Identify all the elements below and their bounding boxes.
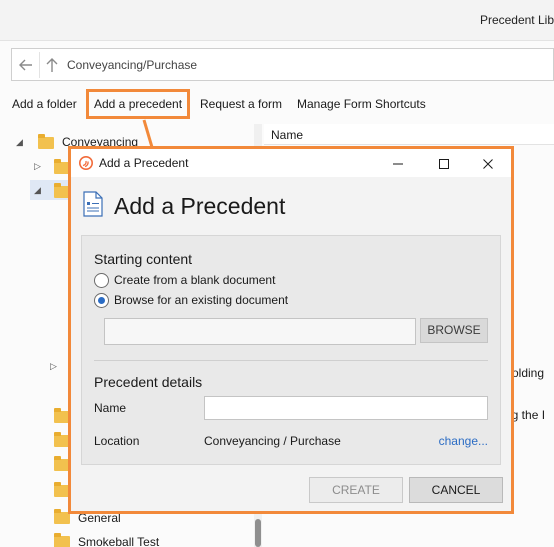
starting-content-title: Starting content	[94, 251, 193, 267]
dialog-panel: Starting content Create from a blank doc…	[81, 235, 501, 465]
grid-header: Name	[264, 124, 554, 145]
name-label: Name	[94, 401, 127, 415]
radio-label: Create from a blank document	[114, 273, 276, 287]
minimize-button[interactable]	[375, 149, 421, 177]
scrollbar-thumb[interactable]	[255, 519, 261, 547]
document-icon	[83, 191, 103, 217]
smokeball-logo-icon	[78, 155, 94, 171]
dialog-heading: Add a Precedent	[114, 193, 286, 219]
collapse-arrow-icon[interactable]: ◢	[16, 137, 26, 147]
close-button[interactable]	[465, 149, 511, 177]
window-title: Precedent Lib	[479, 13, 554, 27]
address-path: Conveyancing/Purchase	[67, 58, 198, 72]
window-titlebar: Precedent Lib	[0, 0, 554, 40]
radio-button[interactable]	[94, 293, 109, 308]
location-label: Location	[94, 434, 140, 448]
folder-icon	[54, 533, 70, 547]
collapse-arrow-icon[interactable]: ◢	[34, 185, 44, 195]
cancel-button[interactable]: CANCEL	[409, 477, 503, 503]
browse-button[interactable]: BROWSE	[420, 318, 488, 343]
grid-cell[interactable]: olding	[512, 366, 544, 380]
dialog-titlebar: Add a Precedent	[71, 149, 511, 177]
add-precedent-button[interactable]: Add a precedent	[86, 89, 191, 119]
maximize-button[interactable]	[421, 149, 467, 177]
document-path-input[interactable]	[104, 318, 416, 345]
precedent-details-title: Precedent details	[94, 374, 203, 390]
create-button[interactable]: CREATE	[309, 477, 403, 503]
radio-button[interactable]	[94, 273, 109, 288]
expand-arrow-icon[interactable]: ▷	[34, 161, 44, 171]
add-precedent-dialog: Add a Precedent Add a Precedent Starting…	[68, 146, 514, 514]
dialog-body: Add a Precedent Starting content Create …	[71, 177, 511, 511]
folder-icon	[38, 134, 54, 149]
section-divider	[94, 360, 488, 361]
location-value: Conveyancing / Purchase	[204, 434, 341, 448]
name-input[interactable]	[204, 396, 488, 420]
add-folder-button[interactable]: Add a folder	[12, 89, 77, 119]
column-header-name[interactable]: Name	[271, 128, 303, 142]
expand-arrow-icon[interactable]: ▷	[50, 361, 60, 371]
request-form-button[interactable]: Request a form	[200, 89, 282, 119]
manage-form-shortcuts-button[interactable]: Manage Form Shortcuts	[297, 89, 426, 119]
back-arrow-icon[interactable]	[14, 53, 38, 77]
change-location-link[interactable]: change...	[439, 434, 488, 448]
tree-item-label: Smokeball Test	[78, 535, 160, 547]
dialog-title: Add a Precedent	[99, 156, 189, 170]
tree-item-smokeball-test[interactable]: Smokeball Test	[0, 532, 250, 547]
command-bar: Add a folder Add a precedent Request a f…	[0, 89, 554, 119]
up-arrow-icon[interactable]	[40, 53, 64, 77]
address-bar[interactable]: Conveyancing/Purchase	[11, 48, 554, 81]
radio-label: Browse for an existing document	[114, 293, 289, 307]
